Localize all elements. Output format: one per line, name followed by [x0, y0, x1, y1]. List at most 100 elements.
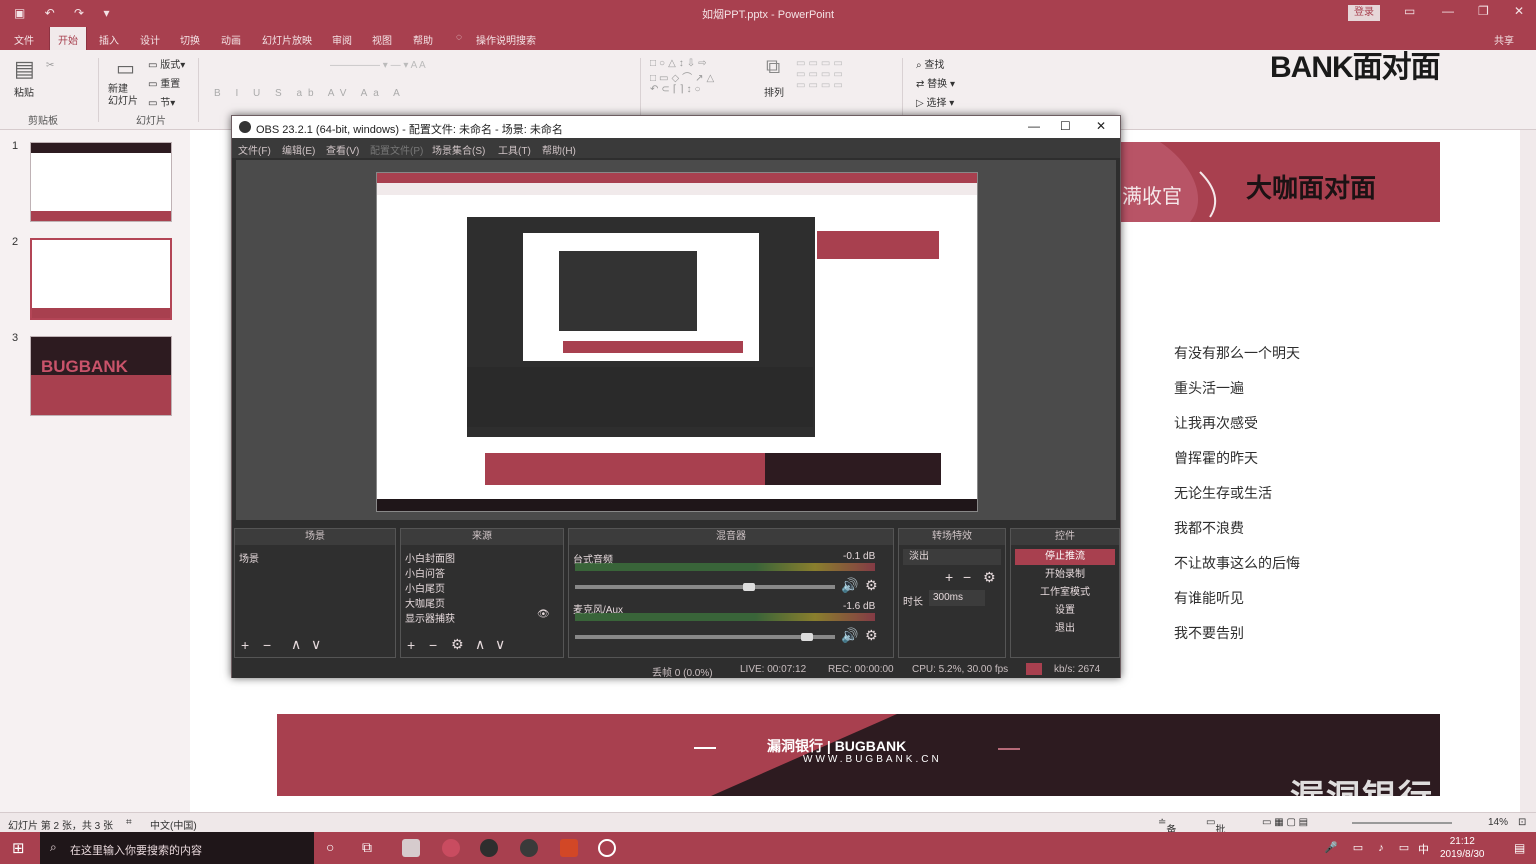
tab-slideshow[interactable]: 幻灯片放映	[262, 32, 312, 47]
transition-select[interactable]: 淡出	[903, 549, 1001, 565]
font-format-icons[interactable]: B I U S ab AV Aa A	[214, 88, 406, 99]
app-icon-powerpoint[interactable]	[560, 839, 578, 857]
language-indicator[interactable]: 中文(中国)	[150, 817, 197, 832]
gear-icon[interactable]: ⚙	[865, 577, 878, 594]
obs-menu-file[interactable]: 文件(F)	[238, 142, 271, 157]
find-button[interactable]: ⌕ 查找	[916, 56, 944, 71]
speaker-icon[interactable]: 🔊	[841, 627, 858, 644]
tab-animations[interactable]: 动画	[221, 32, 241, 47]
paste-icon[interactable]: ▤	[14, 56, 35, 82]
obs-menu-view[interactable]: 查看(V)	[326, 142, 359, 157]
tab-design[interactable]: 设计	[140, 32, 160, 47]
tab-home[interactable]: 开始	[49, 27, 87, 50]
replace-button[interactable]: ⇄ 替换 ▾	[916, 75, 955, 90]
volume-slider[interactable]	[575, 585, 835, 589]
view-buttons[interactable]: ▭ ▦ ▢ ▤	[1262, 817, 1308, 828]
source-add-icon[interactable]: +	[407, 637, 415, 653]
minimize-icon[interactable]: —	[1442, 4, 1454, 18]
obs-menu-edit[interactable]: 编辑(E)	[282, 142, 315, 157]
fit-slide-icon[interactable]: ⊡	[1518, 817, 1526, 828]
volume-knob[interactable]	[801, 633, 813, 641]
tab-file[interactable]: 文件	[14, 32, 34, 47]
zoom-slider[interactable]	[1352, 822, 1452, 824]
taskbar-search-box[interactable]: ⌕ 在这里输入你要搜索的内容	[40, 832, 314, 864]
obs-preview-canvas[interactable]	[236, 160, 1116, 520]
obs-menu-profile[interactable]: 配置文件(P)	[370, 142, 423, 157]
slide-thumb-3[interactable]: BUGBANK	[30, 336, 172, 416]
layout-button[interactable]: ▭ 版式▾	[148, 56, 185, 71]
stop-streaming-button[interactable]: 停止推流	[1015, 549, 1115, 565]
tell-me-search[interactable]: 操作说明搜索	[476, 32, 536, 47]
volume-knob[interactable]	[743, 583, 755, 591]
source-item[interactable]: 小白尾页	[405, 580, 445, 595]
arrange-button[interactable]: 排列	[764, 84, 784, 99]
notification-icon[interactable]: ▤	[1514, 841, 1525, 855]
notes-button[interactable]: ≐ 备注	[1158, 817, 1176, 851]
transition-add-icon[interactable]: +	[945, 569, 953, 585]
app-icon-obs-2[interactable]	[520, 839, 538, 857]
scene-add-icon[interactable]: +	[241, 637, 249, 653]
scene-down-icon[interactable]: ∨	[311, 636, 321, 653]
app-icon-chrome[interactable]	[442, 839, 460, 857]
zoom-level[interactable]: 14%	[1488, 817, 1508, 828]
source-down-icon[interactable]: ∨	[495, 636, 505, 653]
app-icon-obs[interactable]	[480, 839, 498, 857]
exit-button[interactable]: 退出	[1015, 621, 1115, 637]
new-slide-button[interactable]: 新建 幻灯片	[108, 84, 138, 108]
duration-input[interactable]: 300ms	[929, 590, 985, 606]
section-button[interactable]: ▭ 节▾	[148, 94, 175, 109]
cut-icon[interactable]: ✂	[46, 60, 54, 71]
app-icon-settings[interactable]	[598, 839, 616, 857]
start-recording-button[interactable]: 开始录制	[1015, 567, 1115, 583]
tab-view[interactable]: 视图	[372, 32, 392, 47]
source-item[interactable]: 小白问答	[405, 565, 445, 580]
transition-remove-icon[interactable]: −	[963, 569, 971, 585]
visibility-eye-icon[interactable]: 👁	[537, 609, 550, 620]
source-up-icon[interactable]: ∧	[475, 636, 485, 653]
accessibility-icon[interactable]: ⌗	[126, 817, 132, 828]
settings-button[interactable]: 设置	[1015, 603, 1115, 619]
scene-item[interactable]: 场景	[239, 550, 259, 565]
comments-button[interactable]: ▭ 批注	[1206, 817, 1225, 851]
share-button[interactable]: 共享	[1494, 32, 1514, 47]
studio-mode-button[interactable]: 工作室模式	[1015, 585, 1115, 601]
quick-styles[interactable]: ▭▭▭▭ ▭▭▭▭ ▭▭▭▭	[796, 58, 846, 91]
obs-menu-help[interactable]: 帮助(H)	[542, 142, 576, 157]
speaker-icon[interactable]: 🔊	[841, 577, 858, 594]
shapes-gallery[interactable]: □○△↕⇩⇨ □▭◇⌒↗△ ↶⊂⌈⌉↕○	[650, 58, 717, 95]
scene-remove-icon[interactable]: −	[263, 637, 271, 653]
taskbar-clock[interactable]: 21:12 2019/8/30	[1440, 835, 1485, 861]
obs-minimize-icon[interactable]: —	[1028, 119, 1040, 133]
obs-close-icon[interactable]: ✕	[1096, 119, 1106, 133]
volume-slider[interactable]	[575, 635, 835, 639]
obs-menu-tools[interactable]: 工具(T)	[498, 142, 531, 157]
tab-transitions[interactable]: 切换	[180, 32, 200, 47]
select-button[interactable]: ▷ 选择 ▾	[916, 94, 954, 109]
font-name-box[interactable]: ————— ▾ — ▾ A A	[330, 60, 426, 71]
restore-icon[interactable]: ❐	[1478, 4, 1489, 18]
obs-maximize-icon[interactable]: ☐	[1060, 119, 1071, 133]
slide-thumb-1[interactable]	[30, 142, 172, 222]
vertical-scrollbar[interactable]	[1520, 130, 1536, 812]
source-item[interactable]: 显示器捕获	[405, 610, 455, 625]
windows-start-icon[interactable]: ⊞	[12, 839, 25, 857]
source-settings-icon[interactable]: ⚙	[451, 636, 464, 653]
cortana-icon[interactable]: ○	[326, 839, 334, 855]
source-item[interactable]: 小白封面图	[405, 550, 455, 565]
task-view-icon[interactable]: ⧉	[362, 839, 372, 856]
tab-insert[interactable]: 插入	[99, 32, 119, 47]
scene-up-icon[interactable]: ∧	[291, 636, 301, 653]
new-slide-icon[interactable]: ▭	[116, 56, 135, 81]
tab-review[interactable]: 审阅	[332, 32, 352, 47]
source-remove-icon[interactable]: −	[429, 637, 437, 653]
obs-menu-scenes[interactable]: 场景集合(S)	[432, 142, 485, 157]
paste-button[interactable]: 粘贴	[14, 84, 34, 99]
ribbon-display-icon[interactable]: ▭	[1404, 4, 1415, 18]
app-icon-keyboard[interactable]	[402, 839, 420, 857]
ime-indicator[interactable]: 中	[1418, 841, 1429, 857]
slide-thumb-2[interactable]	[30, 238, 172, 320]
system-tray-icons[interactable]: 🎤 ▭ ♪ ▭	[1324, 841, 1415, 854]
source-item[interactable]: 大咖尾页	[405, 595, 445, 610]
gear-icon[interactable]: ⚙	[865, 627, 878, 644]
reset-button[interactable]: ▭ 重置	[148, 75, 180, 90]
